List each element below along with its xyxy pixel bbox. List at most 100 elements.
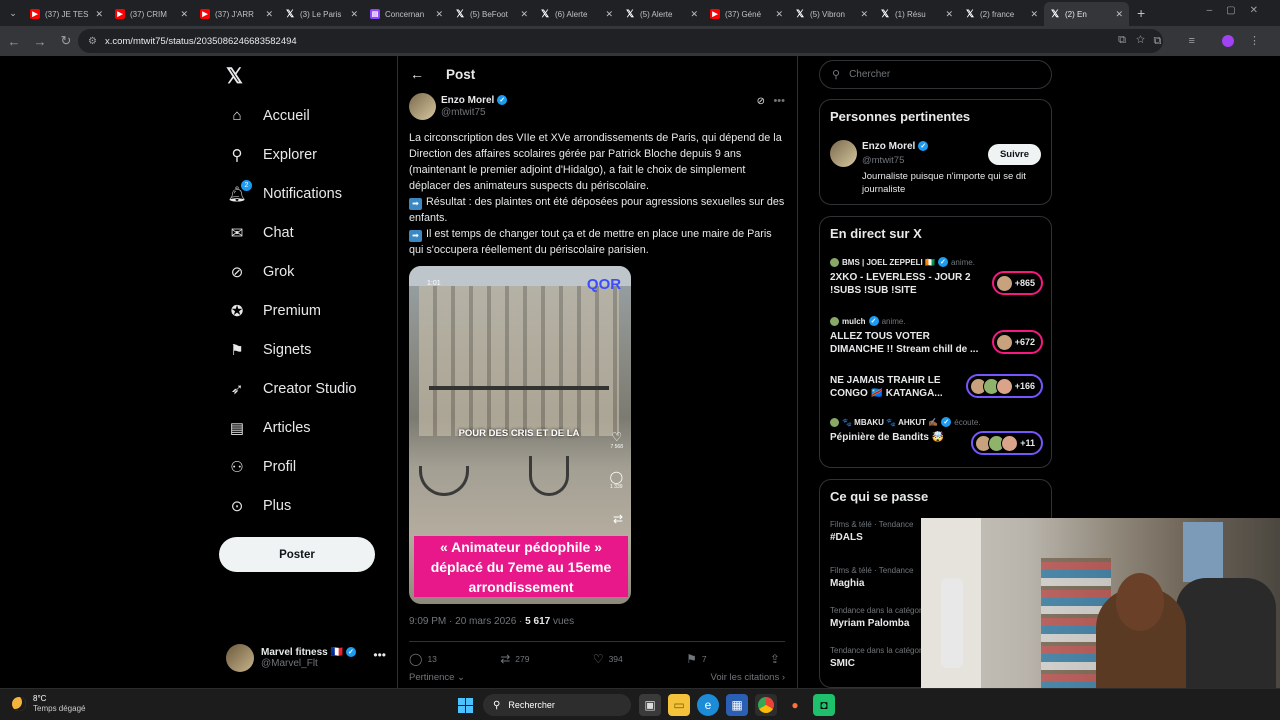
close-icon[interactable]: ✕: [858, 9, 868, 20]
account-switcher[interactable]: Marvel fitness 🇫🇷 ✓ @Marvel_Flt •••: [226, 642, 386, 674]
x-icon: 𝕏: [965, 8, 975, 20]
more-icon[interactable]: •••: [373, 648, 386, 662]
grok-icon[interactable]: ⊘: [757, 96, 765, 107]
live-listeners-pill[interactable]: +11: [971, 431, 1043, 455]
chevron-down-icon[interactable]: ⌄: [454, 672, 465, 683]
post-video[interactable]: 1:01 QOR POUR DES CRIS ET DE LA ♡ 7 568 ◯…: [409, 266, 631, 604]
user-avatar[interactable]: [830, 140, 857, 167]
close-icon[interactable]: ✕: [93, 9, 103, 20]
nav-item-profil[interactable]: ⚇ Profil: [222, 447, 357, 486]
live-item[interactable]: NE JAMAIS TRAHIR LE CONGO 🇨🇩 KATANGA... +…: [830, 374, 1043, 400]
tab-search-icon[interactable]: ⌄: [2, 2, 24, 24]
forward-icon[interactable]: →: [28, 29, 52, 53]
windows-start-icon[interactable]: [454, 694, 476, 716]
file-explorer-icon[interactable]: ▭: [668, 694, 690, 716]
search-input[interactable]: ⚲ Chercher: [819, 60, 1052, 89]
view-quotes-link[interactable]: Voir les citations ›: [711, 672, 785, 683]
reply-button[interactable]: ◯ 13: [409, 652, 437, 666]
repost-button[interactable]: ⇄ 279: [500, 652, 529, 666]
browser-tab[interactable]: 𝕏 (5) Vibron ✕: [789, 2, 874, 26]
author-name[interactable]: Enzo Morel: [441, 95, 494, 106]
post-timestamp[interactable]: 9:09 PM · 20 mars 2026 ·: [409, 616, 525, 627]
edge-icon[interactable]: e: [697, 694, 719, 716]
author-handle[interactable]: @mtwit75: [441, 107, 486, 118]
close-icon[interactable]: ✕: [943, 9, 953, 20]
browser-tab[interactable]: 𝕏 (5) Alerte ✕: [619, 2, 704, 26]
x-icon: 𝕏: [455, 8, 465, 20]
live-listeners-pill[interactable]: +672: [991, 330, 1043, 354]
nav-item-plus[interactable]: ⊙ Plus: [222, 486, 357, 525]
user-handle[interactable]: @mtwit75: [862, 155, 904, 166]
close-icon[interactable]: ✕: [433, 9, 443, 20]
address-bar[interactable]: ⚙ x.com/mtwit75/status/20350862466835824…: [78, 29, 1163, 53]
close-icon[interactable]: ✕: [688, 9, 698, 20]
live-item[interactable]: mulch ✓ anime. ALLEZ TOUS VOTER DIMANCHE !!…: [830, 316, 1043, 356]
store-icon[interactable]: ▦: [726, 694, 748, 716]
nav-item-chat[interactable]: ✉ Chat: [222, 213, 357, 252]
nav-item-notifications[interactable]: 🔔︎ 2 Notifications: [222, 174, 357, 213]
profile-avatar[interactable]: [1221, 35, 1234, 48]
nav-item-signets[interactable]: ⚑ Signets: [222, 330, 357, 369]
browser-tab[interactable]: ▶ (37) JE TES ✕: [24, 2, 109, 26]
nav-item-accueil[interactable]: ⌂ Accueil: [222, 96, 357, 135]
task-view-icon[interactable]: ▣: [639, 694, 661, 716]
x-logo-icon[interactable]: 𝕏: [226, 64, 243, 89]
close-icon[interactable]: ✕: [603, 9, 613, 20]
close-icon[interactable]: ✕: [773, 9, 783, 20]
more-icon[interactable]: •••: [773, 95, 785, 107]
browser-tab[interactable]: 𝕏 (3) Le Paris ✕: [279, 2, 364, 26]
nav-item-articles[interactable]: ▤ Articles: [222, 408, 357, 447]
bookmark-button[interactable]: ⚑ 7: [686, 652, 707, 666]
live-listeners-pill[interactable]: +166: [965, 374, 1043, 398]
close-icon[interactable]: ✕: [348, 9, 358, 20]
browser-tab[interactable]: 𝕏 (2) En ✕: [1044, 2, 1129, 26]
browser-tab[interactable]: ▤ Concernan ✕: [364, 2, 449, 26]
browser-tab[interactable]: 𝕏 (5) BeFoot ✕: [449, 2, 534, 26]
close-icon[interactable]: ✕: [1028, 9, 1038, 20]
post-button[interactable]: Poster: [219, 537, 375, 572]
back-icon[interactable]: ←: [2, 29, 26, 53]
back-arrow-icon[interactable]: ←: [410, 66, 424, 82]
close-icon[interactable]: ✕: [1113, 9, 1123, 20]
site-info-icon[interactable]: ⚙: [88, 36, 97, 47]
taskbar-search[interactable]: ⚲ Rechercher: [483, 694, 631, 716]
video-like-icon: ♡ 7 568: [610, 430, 623, 450]
close-icon[interactable]: ✕: [263, 9, 273, 20]
nav-item-grok[interactable]: ⊘ Grok: [222, 252, 357, 291]
browser-tab[interactable]: 𝕏 (2) france ✕: [959, 2, 1044, 26]
follow-button[interactable]: Suivre: [988, 144, 1041, 165]
new-tab-icon[interactable]: +: [1137, 5, 1145, 21]
like-count: 394: [608, 654, 623, 664]
browser-tab[interactable]: ▶ (37) CRIM ✕: [109, 2, 194, 26]
chrome-icon[interactable]: [755, 694, 777, 716]
user-name[interactable]: Enzo Morel: [862, 141, 915, 152]
browser-tab[interactable]: ▶ (37) J'ARR ✕: [194, 2, 279, 26]
youtube-icon: ▶: [115, 9, 125, 19]
x-icon: 𝕏: [285, 8, 295, 20]
share-button[interactable]: ⇪: [770, 652, 785, 666]
browser-tab[interactable]: 𝕏 (6) Alerte ✕: [534, 2, 619, 26]
browser-tab[interactable]: ▶ (37) Géné ✕: [704, 2, 789, 26]
nav-item-explorer[interactable]: ⚲ Explorer: [222, 135, 357, 174]
close-icon[interactable]: ✕: [178, 9, 188, 20]
window-controls[interactable]: –▢✕: [1207, 5, 1272, 16]
nav-item-premium[interactable]: ✪ Premium: [222, 291, 357, 330]
reload-icon[interactable]: ↻: [54, 29, 78, 53]
bookmark-star-icon[interactable]: ⧉☆: [1118, 34, 1155, 47]
page-title: Post: [446, 66, 476, 82]
live-listeners-pill[interactable]: +865: [991, 271, 1043, 295]
browser-tab[interactable]: 𝕏 (1) Résu ✕: [874, 2, 959, 26]
live-host: BMS | JOEL ZEPPELI 🇨🇮 ✓ anime.: [830, 257, 1043, 267]
relevance-dropdown[interactable]: Pertinence: [409, 672, 454, 683]
main-navigation: ⌂ Accueil ⚲ Explorer 🔔︎ 2 Notifications ✉ Chat ⊘ G…: [222, 96, 357, 525]
firefox-icon[interactable]: ●: [784, 694, 806, 716]
author-avatar[interactable]: [409, 93, 436, 120]
live-item[interactable]: BMS | JOEL ZEPPELI 🇨🇮 ✓ anime. 2XKO - LEVER…: [830, 257, 1043, 297]
like-button[interactable]: ♡ 394: [593, 652, 623, 666]
app-icon[interactable]: ◘: [813, 694, 835, 716]
nav-item-creator-studio[interactable]: ➶ Creator Studio: [222, 369, 357, 408]
live-item[interactable]: 🐾 MBAKU 🐾 AHKUT ✍🏾 ✓ écoute. Pépinière de B…: [830, 417, 1043, 455]
extensions-area[interactable]: ⧉ ≡ ⋮: [1154, 34, 1272, 48]
close-icon[interactable]: ✕: [518, 9, 528, 20]
weather-widget[interactable]: 8°C Temps dégagé: [12, 694, 85, 714]
